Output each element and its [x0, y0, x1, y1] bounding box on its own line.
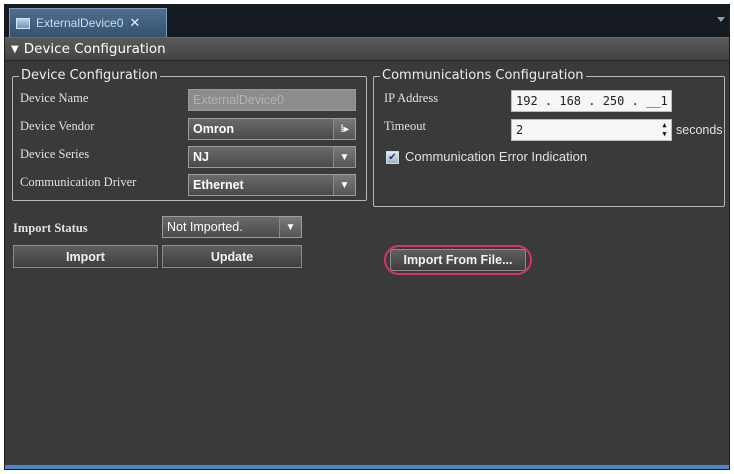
section-header[interactable]: ▼ Device Configuration	[5, 37, 729, 61]
ip-address-label: IP Address	[384, 91, 439, 105]
device-series-label: Device Series	[20, 147, 90, 161]
timeout-label: Timeout	[384, 119, 426, 133]
communications-configuration-group: Communications Configuration IP Address …	[373, 68, 725, 207]
device-vendor-value: Omron	[193, 122, 234, 136]
device-name-field: ExternalDevice0	[188, 89, 356, 111]
collapse-arrow-icon[interactable]: ▼	[11, 44, 19, 55]
browse-vendor-icon[interactable]: ⁞▸	[333, 119, 355, 139]
ip-address-input[interactable]: 192 . 168 . 250 . __1	[511, 90, 672, 112]
tab-external-device[interactable]: ExternalDevice0 ✕	[9, 8, 167, 37]
chevron-down-icon[interactable]: ▼	[333, 175, 355, 195]
tab-list-chevron-icon[interactable]	[717, 17, 725, 22]
communication-driver-label: Communication Driver	[20, 175, 137, 189]
device-icon	[16, 17, 30, 29]
communication-driver-select[interactable]: Ethernet ▼	[188, 174, 356, 196]
import-from-file-button[interactable]: Import From File...	[390, 249, 526, 271]
update-button[interactable]: Update	[162, 245, 302, 268]
comm-error-label: Communication Error Indication	[405, 149, 588, 164]
tab-strip: ExternalDevice0 ✕	[5, 5, 729, 37]
section-title: Device Configuration	[23, 41, 166, 57]
device-vendor-select[interactable]: Omron ⁞▸	[188, 118, 356, 140]
checkmark-icon: ✔	[388, 152, 397, 163]
device-series-select[interactable]: NJ ▼	[188, 146, 356, 168]
communications-configuration-title: Communications Configuration	[380, 68, 586, 84]
import-status-label: Import Status	[13, 221, 88, 235]
close-icon[interactable]: ✕	[129, 16, 140, 31]
import-button[interactable]: Import	[13, 245, 158, 268]
tab-label: ExternalDevice0	[36, 16, 124, 30]
chevron-down-icon[interactable]: ▼	[333, 147, 355, 167]
import-status-value: Not Imported.	[167, 220, 243, 234]
device-series-value: NJ	[193, 150, 209, 164]
spin-down-icon[interactable]: ▼	[662, 131, 666, 138]
import-status-select[interactable]: Not Imported. ▼	[162, 216, 302, 238]
spin-up-icon[interactable]: ▲	[662, 122, 666, 129]
device-configuration-group: Device Configuration Device Name Externa…	[12, 68, 367, 201]
spin-arrows-icon[interactable]: ▲ ▼	[660, 122, 669, 138]
timeout-value: 2	[516, 123, 524, 137]
device-configuration-title: Device Configuration	[19, 68, 160, 84]
device-vendor-label: Device Vendor	[20, 119, 95, 133]
timeout-unit: seconds	[676, 123, 723, 137]
editor-window: ExternalDevice0 ✕ ▼ Device Configuration…	[4, 4, 730, 470]
timeout-stepper[interactable]: 2 ▲ ▼	[511, 119, 672, 141]
status-accent-bar	[5, 465, 729, 469]
chevron-down-icon[interactable]: ▼	[279, 217, 301, 237]
device-name-value: ExternalDevice0	[193, 93, 285, 107]
comm-error-checkbox[interactable]: ✔	[386, 151, 399, 164]
communication-driver-value: Ethernet	[193, 178, 244, 192]
ip-address-value: 192 . 168 . 250 . __1	[516, 94, 668, 108]
device-name-label: Device Name	[20, 91, 89, 105]
